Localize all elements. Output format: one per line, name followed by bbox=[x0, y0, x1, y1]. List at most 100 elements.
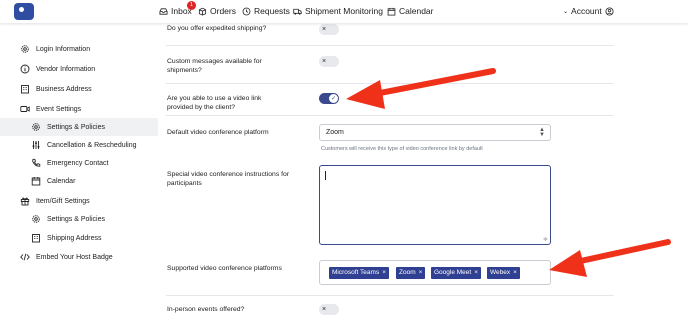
platform-tag-label: Microsoft Teams bbox=[332, 269, 380, 276]
nav-orders[interactable]: Orders bbox=[198, 4, 236, 18]
platform-tag: Microsoft Teams × bbox=[329, 267, 389, 279]
inbox-icon bbox=[159, 7, 168, 15]
gear-icon bbox=[20, 44, 30, 54]
gear-icon bbox=[31, 122, 41, 132]
divider bbox=[166, 45, 614, 46]
platform-tag-label: Google Meet bbox=[434, 269, 472, 276]
nav-shipment-monitoring[interactable]: Shipment Monitoring bbox=[293, 4, 383, 18]
custom-messages-toggle[interactable]: × bbox=[319, 56, 339, 67]
special-instructions-label-line2: participants bbox=[167, 180, 202, 187]
gift-icon bbox=[20, 196, 30, 206]
sidebar-item-emergency-contact[interactable]: Emergency Contact bbox=[0, 154, 158, 172]
sidebar-item-label: Event Settings bbox=[36, 105, 82, 113]
special-instructions-label-line1: Special video conference instructions fo… bbox=[167, 171, 290, 178]
truck-icon bbox=[293, 8, 302, 15]
sidebar-item-label: Business Address bbox=[36, 85, 92, 93]
check-icon: ✓ bbox=[329, 94, 338, 103]
settings-sidebar: Login Information Vendor Information Bus… bbox=[0, 23, 160, 323]
box-icon bbox=[198, 7, 207, 16]
video-link-label: Are you able to use a video link provide… bbox=[167, 94, 261, 112]
special-instructions-label: Special video conference instructions fo… bbox=[167, 170, 289, 188]
x-icon: × bbox=[322, 58, 327, 65]
video-link-label-line2: provided by the client? bbox=[167, 104, 236, 111]
default-platform-hint: Customers will receive this type of vide… bbox=[321, 146, 483, 152]
calendar-icon bbox=[387, 7, 396, 16]
platform-tag: Webex × bbox=[487, 267, 520, 279]
sidebar-item-label: Cancellation & Rescheduling bbox=[47, 141, 137, 149]
resize-handle-icon[interactable]: ≑ bbox=[543, 236, 548, 243]
special-instructions-textarea[interactable]: ≑ bbox=[319, 165, 551, 245]
calendar-icon bbox=[31, 176, 41, 186]
video-icon bbox=[20, 104, 30, 114]
supported-platforms-multiselect[interactable]: Microsoft Teams × Zoom × Google Meet × Webe… bbox=[319, 260, 551, 285]
chevron-up-down-icon: ▲ ▼ bbox=[539, 127, 545, 138]
nav-shipment-monitoring-label: Shipment Monitoring bbox=[305, 6, 383, 16]
top-nav: Inbox 1 Orders Requests Shipment Monitor… bbox=[0, 0, 688, 23]
gear-icon bbox=[31, 214, 41, 224]
building-icon bbox=[20, 84, 30, 94]
info-icon bbox=[20, 64, 30, 74]
sidebar-item-calendar[interactable]: Calendar bbox=[0, 172, 158, 190]
sidebar-item-label: Calendar bbox=[47, 177, 76, 185]
divider bbox=[166, 115, 614, 116]
user-circle-icon bbox=[605, 6, 614, 16]
nav-orders-label: Orders bbox=[210, 6, 236, 16]
inbox-count-badge: 1 bbox=[187, 1, 196, 10]
annotation-arrow-platforms bbox=[549, 239, 671, 277]
nav-requests[interactable]: Requests bbox=[242, 4, 290, 18]
remove-tag-icon[interactable]: × bbox=[419, 269, 423, 276]
nav-inbox[interactable]: Inbox 1 bbox=[159, 1, 196, 18]
platform-tag-label: Webex bbox=[490, 269, 511, 276]
sidebar-item-vendor-information[interactable]: Vendor Information bbox=[0, 60, 158, 78]
code-icon bbox=[20, 252, 30, 262]
account-label: Account bbox=[571, 6, 602, 16]
sidebar-item-event-settings[interactable]: Event Settings bbox=[0, 100, 158, 118]
sidebar-item-label: Emergency Contact bbox=[47, 159, 109, 167]
clock-icon bbox=[242, 7, 251, 15]
expedited-shipping-toggle[interactable]: × bbox=[319, 24, 339, 35]
video-link-label-line1: Are you able to use a video link bbox=[167, 95, 262, 102]
nav-calendar-label: Calendar bbox=[399, 6, 434, 16]
sidebar-item-cancellation-rescheduling[interactable]: Cancellation & Rescheduling bbox=[0, 136, 158, 154]
text-caret bbox=[325, 171, 326, 180]
custom-messages-label-line1: Custom messages available for bbox=[167, 58, 262, 65]
default-platform-select[interactable]: Zoom ▲ ▼ bbox=[319, 124, 551, 141]
sidebar-item-embed-host-badge[interactable]: Embed Your Host Badge bbox=[0, 248, 158, 266]
sidebar-item-label: Login Information bbox=[36, 45, 91, 53]
account-menu[interactable]: ⌄ Account bbox=[563, 4, 614, 18]
sliders-icon bbox=[31, 140, 41, 150]
supported-platforms-label: Supported video conference platforms bbox=[167, 265, 282, 272]
in-person-toggle[interactable]: × bbox=[319, 304, 339, 315]
platform-tag: Zoom × bbox=[396, 267, 426, 279]
sidebar-item-gift-settings-policies[interactable]: Settings & Policies bbox=[0, 210, 158, 228]
sidebar-item-label: Vendor Information bbox=[36, 65, 96, 73]
platform-tag-label: Zoom bbox=[399, 269, 416, 276]
divider bbox=[166, 83, 614, 84]
in-person-label: In-person events offered? bbox=[167, 306, 245, 313]
nav-requests-label: Requests bbox=[254, 6, 290, 16]
platform-tag: Google Meet × bbox=[431, 267, 482, 279]
default-platform-label: Default video conference platform bbox=[167, 129, 269, 136]
nav-calendar[interactable]: Calendar bbox=[387, 4, 434, 18]
sidebar-item-label: Settings & Policies bbox=[47, 123, 105, 131]
sidebar-item-label: Embed Your Host Badge bbox=[36, 253, 113, 261]
x-icon: × bbox=[322, 306, 327, 313]
sidebar-item-label: Item/Gift Settings bbox=[36, 197, 90, 205]
phone-icon bbox=[31, 158, 41, 168]
sidebar-item-business-address[interactable]: Business Address bbox=[0, 80, 158, 98]
building-icon bbox=[31, 233, 41, 243]
chevron-down-icon: ⌄ bbox=[563, 8, 569, 15]
remove-tag-icon[interactable]: × bbox=[474, 269, 478, 276]
sidebar-item-label: Settings & Policies bbox=[47, 215, 105, 223]
sidebar-item-shipping-address[interactable]: Shipping Address bbox=[0, 229, 158, 247]
sidebar-item-login-information[interactable]: Login Information bbox=[0, 40, 158, 58]
sidebar-item-item-gift-settings[interactable]: Item/Gift Settings bbox=[0, 192, 158, 210]
video-link-toggle[interactable]: ✓ bbox=[319, 93, 339, 104]
sidebar-item-event-settings-policies[interactable]: Settings & Policies bbox=[0, 118, 158, 136]
remove-tag-icon[interactable]: × bbox=[382, 269, 386, 276]
remove-tag-icon[interactable]: × bbox=[513, 269, 517, 276]
custom-messages-label: Custom messages available for shipments? bbox=[167, 57, 262, 75]
divider bbox=[166, 295, 614, 296]
expedited-shipping-label: Do you offer expedited shipping? bbox=[167, 25, 267, 32]
app-logo[interactable] bbox=[14, 3, 34, 20]
